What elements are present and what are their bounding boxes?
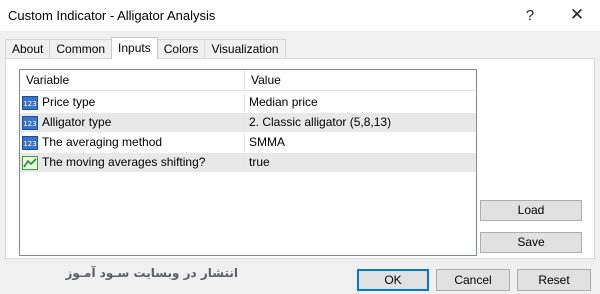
- column-header-variable[interactable]: Variable: [20, 70, 245, 91]
- value-cell[interactable]: SMMA: [245, 133, 476, 152]
- svg-text:123: 123: [23, 100, 36, 108]
- title-bar: Custom Indicator - Alligator Analysis ? …: [0, 0, 600, 31]
- variable-label: The moving averages shifting?: [42, 155, 206, 169]
- table-row[interactable]: 123 The averaging method SMMA: [20, 133, 476, 152]
- table-row[interactable]: 123 Alligator type 2. Classic alligator …: [20, 113, 476, 132]
- tab-visualization[interactable]: Visualization: [204, 39, 286, 59]
- help-icon[interactable]: ?: [515, 2, 545, 28]
- variable-label: The averaging method: [42, 135, 163, 149]
- variable-cell: 123 Alligator type: [20, 113, 245, 132]
- inputs-list: Variable Value 123 Price type Median pri…: [19, 69, 477, 256]
- value-cell[interactable]: 2. Classic alligator (5,8,13): [245, 113, 476, 132]
- custom-indicator-dialog: Custom Indicator - Alligator Analysis ? …: [0, 0, 600, 294]
- close-icon[interactable]: ✕: [562, 2, 592, 28]
- table-row[interactable]: The moving averages shifting? true: [20, 153, 476, 172]
- window-title: Custom Indicator - Alligator Analysis: [8, 8, 216, 23]
- tab-bar: About Common Inputs Colors Visualization: [5, 37, 286, 59]
- variable-cell: 123 The averaging method: [20, 133, 245, 152]
- tab-common[interactable]: Common: [49, 39, 113, 59]
- svg-text:123: 123: [23, 120, 36, 128]
- numeric-123-icon: 123: [22, 115, 38, 130]
- numeric-123-icon: 123: [22, 135, 38, 150]
- load-button[interactable]: Load: [480, 200, 582, 221]
- value-cell[interactable]: true: [245, 153, 476, 172]
- value-cell[interactable]: Median price: [245, 93, 476, 112]
- list-header: Variable Value: [20, 70, 476, 91]
- cancel-button[interactable]: Cancel: [436, 269, 510, 291]
- column-header-value[interactable]: Value: [245, 70, 476, 91]
- save-button[interactable]: Save: [480, 232, 582, 253]
- tab-about[interactable]: About: [5, 39, 51, 59]
- inputs-panel: Variable Value 123 Price type Median pri…: [5, 58, 595, 259]
- variable-cell: The moving averages shifting?: [20, 153, 245, 172]
- boolean-chart-icon: [22, 155, 38, 170]
- ok-button[interactable]: OK: [357, 269, 429, 291]
- variable-cell: 123 Price type: [20, 93, 245, 112]
- numeric-123-icon: 123: [22, 95, 38, 110]
- reset-button[interactable]: Reset: [517, 269, 591, 291]
- svg-text:123: 123: [23, 140, 36, 148]
- watermark-text: انتشار در وبسایت سـود آمـوز: [65, 266, 238, 280]
- tab-inputs[interactable]: Inputs: [111, 37, 158, 59]
- variable-label: Alligator type: [42, 115, 112, 129]
- tab-colors[interactable]: Colors: [156, 39, 206, 59]
- table-row[interactable]: 123 Price type Median price: [20, 93, 476, 112]
- variable-label: Price type: [42, 95, 96, 109]
